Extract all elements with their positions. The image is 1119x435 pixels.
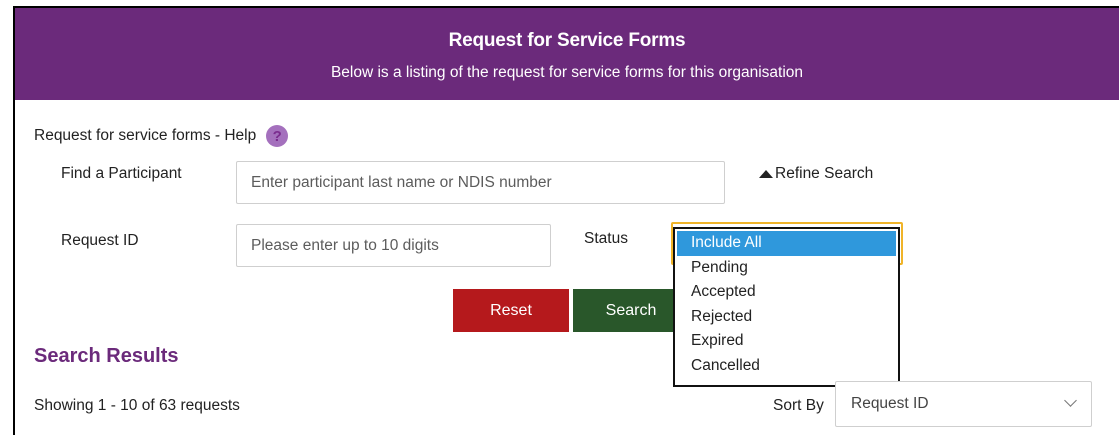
refine-search-label: Refine Search	[775, 165, 874, 182]
participant-search-input[interactable]	[236, 161, 725, 204]
page-title: Request for Service Forms	[448, 30, 686, 51]
sort-by-select[interactable]: Request ID	[835, 381, 1092, 427]
status-option-cancelled[interactable]: Cancelled	[677, 354, 896, 379]
results-count: Showing 1 - 10 of 63 requests	[34, 397, 240, 414]
sort-by-value: Request ID	[851, 395, 929, 412]
page-header: Request for Service Forms Below is a lis…	[15, 8, 1119, 100]
search-results-heading: Search Results	[34, 345, 179, 367]
status-option-rejected[interactable]: Rejected	[677, 305, 896, 330]
request-id-label: Request ID	[61, 232, 139, 249]
question-icon[interactable]: ?	[266, 125, 289, 147]
status-option-pending[interactable]: Pending	[677, 256, 896, 281]
help-link[interactable]: Request for service forms - Help ?	[34, 125, 289, 147]
chevron-down-icon	[1064, 394, 1077, 407]
request-id-input[interactable]	[236, 224, 551, 267]
help-label: Request for service forms - Help	[34, 127, 257, 144]
page-subtitle: Below is a listing of the request for se…	[330, 64, 804, 81]
status-option-expired[interactable]: Expired	[677, 329, 896, 354]
participant-label: Find a Participant	[61, 165, 182, 182]
status-dropdown-list[interactable]: Include All Pending Accepted Rejected Ex…	[673, 227, 900, 387]
status-option-include-all[interactable]: Include All	[677, 231, 896, 256]
caret-up-icon	[759, 170, 773, 178]
status-option-accepted[interactable]: Accepted	[677, 280, 896, 305]
refine-search-toggle[interactable]: Refine Search	[759, 165, 873, 183]
search-button[interactable]: Search	[573, 289, 689, 332]
status-label: Status	[584, 230, 628, 247]
page-frame: Request for Service Forms Below is a lis…	[13, 6, 1119, 435]
sort-by-label: Sort By	[773, 397, 824, 414]
reset-button[interactable]: Reset	[453, 289, 569, 332]
